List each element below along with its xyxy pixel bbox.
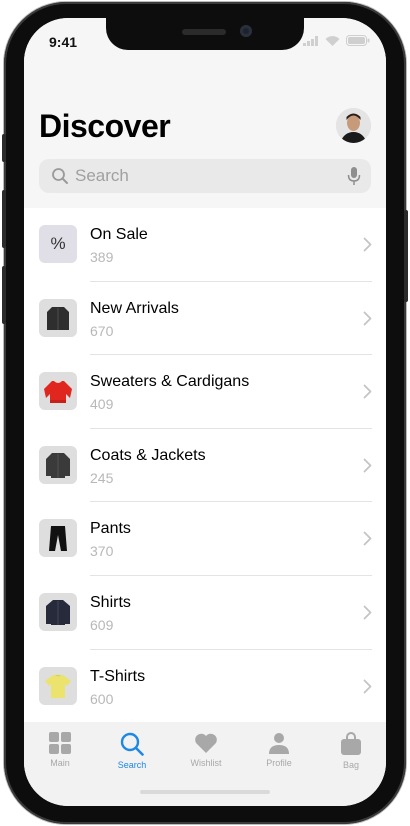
tab-bag[interactable]: Bag xyxy=(321,732,381,770)
person-icon xyxy=(269,733,289,754)
category-label: Coats & Jackets xyxy=(90,446,206,464)
shirt-icon xyxy=(39,592,77,631)
category-row-shirts[interactable]: Shirts 609 xyxy=(24,576,386,650)
tab-label: Search xyxy=(117,760,147,770)
tab-label: Bag xyxy=(342,760,359,770)
category-count: 600 xyxy=(90,690,114,707)
coat-icon xyxy=(39,445,77,484)
silent-switch xyxy=(2,134,6,162)
battery-icon xyxy=(346,35,370,46)
category-count: 370 xyxy=(90,543,114,560)
microphone-icon[interactable] xyxy=(347,166,361,186)
status-icons xyxy=(303,35,370,46)
chevron-right-icon xyxy=(363,384,372,399)
category-label: On Sale xyxy=(90,226,148,243)
category-count: 409 xyxy=(90,396,114,413)
chevron-right-icon xyxy=(363,679,372,693)
search-icon xyxy=(120,732,144,756)
tab-wishlist[interactable]: Wishlist xyxy=(176,732,236,768)
volume-up-button xyxy=(2,190,6,248)
category-row-pants[interactable]: Pants 370 xyxy=(24,502,386,576)
chevron-right-icon xyxy=(363,237,372,252)
category-count: 245 xyxy=(90,469,114,486)
grid-icon xyxy=(49,732,71,754)
tshirt-icon xyxy=(39,666,77,705)
category-count: 670 xyxy=(90,322,114,339)
bag-icon xyxy=(341,732,361,755)
heart-icon xyxy=(195,733,217,753)
search-input[interactable] xyxy=(75,166,325,186)
volume-down-button xyxy=(2,266,6,324)
tab-main[interactable]: Main xyxy=(30,732,90,768)
category-row-new-arrivals[interactable]: New Arrivals 670 xyxy=(24,282,386,356)
tab-profile[interactable]: Profile xyxy=(249,732,309,768)
jacket-icon xyxy=(39,298,77,337)
percent-symbol: % xyxy=(50,234,66,253)
chevron-right-icon xyxy=(363,458,372,473)
chevron-right-icon xyxy=(363,311,372,325)
category-label: New Arrivals xyxy=(90,299,179,317)
status-time: 9:41 xyxy=(49,34,78,50)
category-row-sweaters-cardigans[interactable]: Sweaters & Cardigans 409 xyxy=(24,355,386,429)
signal-icon xyxy=(303,35,318,46)
tab-label: Profile xyxy=(266,758,292,768)
power-button xyxy=(404,210,408,302)
category-label: Sweaters & Cardigans xyxy=(90,373,250,391)
tab-label: Main xyxy=(50,758,70,768)
category-label: Pants xyxy=(90,520,131,538)
chevron-right-icon xyxy=(363,531,372,546)
speaker xyxy=(182,29,226,35)
avatar[interactable] xyxy=(336,108,371,143)
percent-icon: % xyxy=(39,225,77,263)
chevron-right-icon xyxy=(363,605,372,620)
home-indicator[interactable] xyxy=(140,790,270,794)
category-row-t-shirts[interactable]: T-Shirts 600 xyxy=(24,650,386,724)
avatar-photo xyxy=(336,108,371,143)
notch xyxy=(106,18,304,50)
category-label: Shirts xyxy=(90,593,131,611)
page-title: Discover xyxy=(39,108,171,144)
category-label: T-Shirts xyxy=(90,667,146,685)
wifi-icon xyxy=(325,35,340,46)
category-list: % On Sale 389 New Arrivals 670 Sweaters … xyxy=(24,208,386,724)
search-icon xyxy=(52,168,68,184)
front-camera xyxy=(240,25,252,37)
pants-icon xyxy=(39,519,77,558)
tab-label: Wishlist xyxy=(190,758,222,768)
category-row-on-sale[interactable]: % On Sale 389 xyxy=(24,208,386,282)
tab-search[interactable]: Search xyxy=(102,732,162,770)
category-count: 609 xyxy=(90,616,114,633)
screen: 9:41 Discover Search % On Sale 389 New A… xyxy=(24,18,386,806)
category-row-coats-jackets[interactable]: Coats & Jackets 245 xyxy=(24,429,386,503)
category-count: 389 xyxy=(90,249,114,265)
search-bar[interactable] xyxy=(39,159,371,193)
sweater-icon xyxy=(39,372,77,411)
